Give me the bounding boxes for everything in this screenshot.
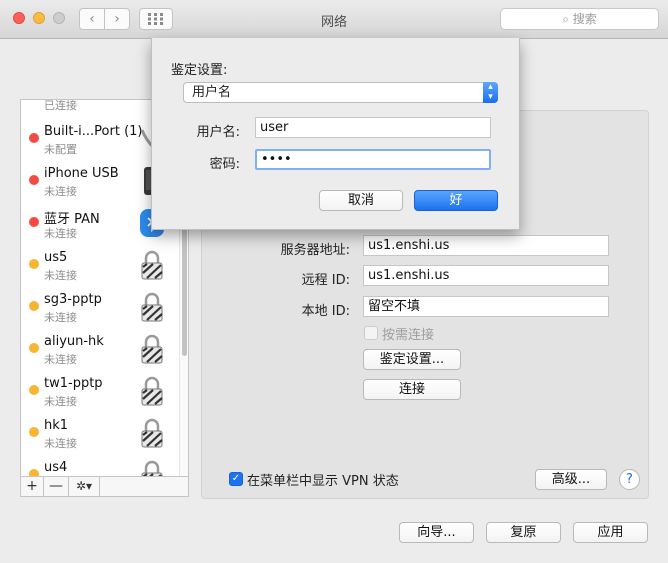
list-item[interactable]: hk1 未连接	[21, 416, 179, 458]
status-dot	[29, 133, 39, 143]
password-label: 密码:	[209, 157, 240, 172]
checkmark-icon: ✓	[231, 473, 241, 484]
username-field[interactable]: user	[255, 117, 491, 138]
action-menu-button[interactable]: ✲▾	[69, 477, 100, 496]
cancel-button[interactable]: 取消	[319, 190, 403, 211]
stepper-arrows-icon: ▴ ▾	[483, 82, 498, 103]
service-name: aliyun-hk	[44, 334, 104, 349]
connect-button[interactable]: 连接	[363, 379, 461, 400]
service-status: 未连接	[44, 227, 77, 240]
sheet-heading: 鉴定设置:	[171, 63, 228, 78]
list-toolbar: + — ✲▾	[20, 477, 189, 497]
list-item[interactable]: sg3-pptp 未连接	[21, 290, 179, 332]
list-item[interactable]: aliyun-hk 未连接	[21, 332, 179, 374]
auth-type-select[interactable]: 用户名 ▴ ▾	[183, 82, 498, 103]
list-item[interactable]: us5 未连接	[21, 248, 179, 290]
search-icon: ⌕	[562, 12, 569, 26]
username-label: 用户名:	[196, 125, 240, 140]
search-placeholder: 搜索	[572, 12, 597, 26]
show-vpn-status-label: 在菜单栏中显示 VPN 状态	[247, 474, 399, 489]
status-dot	[29, 385, 39, 395]
remote-id-label: 远程 ID:	[301, 273, 350, 288]
add-service-button[interactable]: +	[21, 477, 44, 496]
show-vpn-status-checkbox[interactable]: ✓	[229, 472, 243, 486]
status-dot	[29, 469, 39, 476]
service-status: 已连接	[44, 99, 77, 112]
apply-button[interactable]: 应用	[573, 522, 648, 543]
vpn-lock-icon	[141, 418, 163, 448]
service-status: 未连接	[44, 311, 77, 324]
help-button[interactable]: ?	[619, 469, 640, 490]
status-dot	[29, 175, 39, 185]
status-dot	[29, 427, 39, 437]
local-id-field[interactable]: 留空不填	[363, 296, 609, 317]
authentication-sheet: 鉴定设置: 用户名 ▴ ▾ 用户名: user 密码: •••• 取消 好	[151, 38, 520, 230]
password-field[interactable]: ••••	[255, 149, 491, 170]
status-dot	[29, 343, 39, 353]
service-name: tw1-pptp	[44, 376, 103, 391]
title-bar: ‹ › 网络 ⌕ 搜索	[0, 0, 668, 39]
service-status: 未连接	[44, 269, 77, 282]
on-demand-checkbox[interactable]	[364, 326, 378, 340]
service-name: us5	[44, 250, 68, 265]
ok-button[interactable]: 好	[414, 190, 498, 211]
authentication-settings-button[interactable]: 鉴定设置...	[363, 349, 461, 370]
on-demand-label: 按需连接	[382, 328, 435, 343]
status-dot	[29, 259, 39, 269]
server-address-field[interactable]: us1.enshi.us	[363, 235, 609, 256]
assist-me-button[interactable]: 向导...	[399, 522, 474, 543]
status-dot	[29, 217, 39, 227]
service-status: 未连接	[44, 353, 77, 366]
vpn-lock-icon	[141, 376, 163, 406]
revert-button[interactable]: 复原	[486, 522, 561, 543]
service-name: sg3-pptp	[44, 292, 102, 307]
search-field[interactable]: ⌕ 搜索	[500, 8, 659, 30]
service-status: 未配置	[44, 143, 77, 156]
list-item[interactable]: us4	[21, 458, 179, 476]
vpn-lock-icon	[141, 460, 163, 476]
remote-id-field[interactable]: us1.enshi.us	[363, 265, 609, 286]
server-address-label: 服务器地址:	[280, 243, 350, 258]
vpn-lock-icon	[141, 292, 163, 322]
advanced-button[interactable]: 高级...	[535, 469, 607, 490]
service-status: 未连接	[44, 395, 77, 408]
remove-service-button[interactable]: —	[44, 477, 69, 496]
service-status: 未连接	[44, 437, 77, 450]
service-name: us4	[44, 460, 68, 475]
auth-type-value: 用户名	[192, 85, 232, 100]
vpn-lock-icon	[141, 334, 163, 364]
local-id-label: 本地 ID:	[301, 304, 350, 319]
service-name: hk1	[44, 418, 69, 433]
list-item[interactable]: tw1-pptp 未连接	[21, 374, 179, 416]
vpn-lock-icon	[141, 250, 163, 280]
status-dot	[29, 301, 39, 311]
service-status: 未连接	[44, 185, 77, 198]
